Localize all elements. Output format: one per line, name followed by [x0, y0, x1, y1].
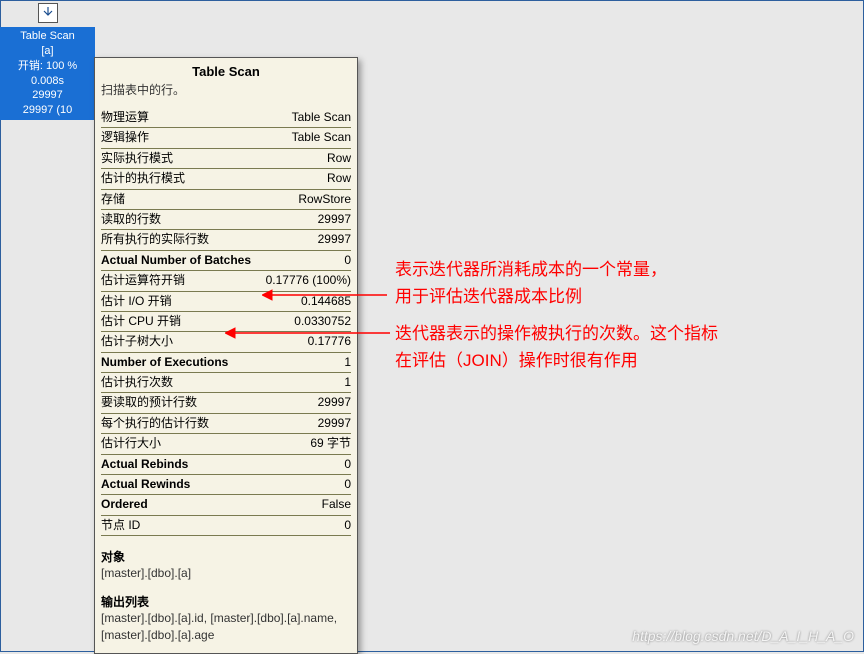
plan-node-alias: [a]: [0, 44, 95, 59]
annotation-1: 表示迭代器所消耗成本的一个常量， 用于评估迭代器成本比例: [395, 256, 667, 310]
property-value: Row: [260, 169, 351, 189]
property-key: 节点 ID: [101, 515, 260, 535]
property-row: 要读取的预计行数29997: [101, 393, 351, 413]
plan-node-title: Table Scan: [0, 29, 95, 44]
property-row: 估计执行次数1: [101, 373, 351, 393]
property-value: Row: [260, 148, 351, 168]
property-key: Actual Rebinds: [101, 454, 260, 474]
annotation-arrow-1: [262, 280, 392, 310]
output-label: 输出列表: [101, 593, 351, 610]
tooltip-title: Table Scan: [101, 64, 351, 79]
arrow-down-icon: [42, 6, 54, 21]
down-arrow-box: [38, 3, 58, 23]
plan-node-rows1: 29997: [0, 88, 95, 103]
property-key: Actual Rewinds: [101, 475, 260, 495]
plan-node-cost: 开销: 100 %: [0, 59, 95, 74]
property-value: 0: [260, 454, 351, 474]
tooltip-panel: Table Scan 扫描表中的行。 物理运算Table Scan逻辑操作Tab…: [94, 57, 358, 654]
property-row: 每个执行的估计行数29997: [101, 413, 351, 433]
property-value: False: [260, 495, 351, 515]
property-key: 实际执行模式: [101, 148, 260, 168]
annotation-arrow-2: [225, 318, 395, 348]
property-row: 所有执行的实际行数29997: [101, 230, 351, 250]
property-key: 每个执行的估计行数: [101, 413, 260, 433]
property-value: Table Scan: [260, 108, 351, 128]
annotation-1-line2: 用于评估迭代器成本比例: [395, 283, 667, 310]
property-row: 读取的行数29997: [101, 209, 351, 229]
property-row: 逻辑操作Table Scan: [101, 128, 351, 148]
property-row: Actual Rebinds0: [101, 454, 351, 474]
output-text: [master].[dbo].[a].id, [master].[dbo].[a…: [101, 610, 351, 642]
property-key: 所有执行的实际行数: [101, 230, 260, 250]
property-key: 估计行大小: [101, 434, 260, 454]
object-label: 对象: [101, 548, 351, 565]
property-row: Actual Rewinds0: [101, 475, 351, 495]
property-value: Table Scan: [260, 128, 351, 148]
plan-node-table-scan[interactable]: Table Scan [a] 开销: 100 % 0.008s 29997 29…: [0, 27, 95, 120]
property-value: 29997: [260, 413, 351, 433]
property-key: Ordered: [101, 495, 260, 515]
property-row: 存储RowStore: [101, 189, 351, 209]
property-key: Number of Executions: [101, 352, 260, 372]
property-row: 物理运算Table Scan: [101, 108, 351, 128]
property-row: Number of Executions1: [101, 352, 351, 372]
object-text: [master].[dbo].[a]: [101, 565, 351, 581]
property-value: 1: [260, 352, 351, 372]
property-value: RowStore: [260, 189, 351, 209]
property-key: 读取的行数: [101, 209, 260, 229]
property-value: 1: [260, 373, 351, 393]
property-key: 要读取的预计行数: [101, 393, 260, 413]
property-key: 存储: [101, 189, 260, 209]
property-value: 29997: [260, 393, 351, 413]
property-key: 估计运算符开销: [101, 271, 260, 291]
plan-node-time: 0.008s: [0, 74, 95, 89]
property-value: 0: [260, 250, 351, 270]
property-row: 估计的执行模式Row: [101, 169, 351, 189]
property-value: 29997: [260, 209, 351, 229]
watermark: https://blog.csdn.net/D_A_I_H_A_O: [632, 628, 854, 644]
property-value: 0: [260, 475, 351, 495]
property-row: 估计行大小69 字节: [101, 434, 351, 454]
property-value: 29997: [260, 230, 351, 250]
property-row: 节点 ID0: [101, 515, 351, 535]
property-key: 估计执行次数: [101, 373, 260, 393]
property-key: 估计的执行模式: [101, 169, 260, 189]
property-key: 估计 I/O 开销: [101, 291, 260, 311]
property-row: Actual Number of Batches0: [101, 250, 351, 270]
property-key: Actual Number of Batches: [101, 250, 260, 270]
property-key: 逻辑操作: [101, 128, 260, 148]
plan-node-rows2: 29997 (10: [0, 103, 95, 118]
annotation-2-line1: 迭代器表示的操作被执行的次数。这个指标: [395, 320, 718, 347]
property-value: 0: [260, 515, 351, 535]
annotation-2-line2: 在评估（JOIN）操作时很有作用: [395, 347, 718, 374]
property-key: 物理运算: [101, 108, 260, 128]
annotation-2: 迭代器表示的操作被执行的次数。这个指标 在评估（JOIN）操作时很有作用: [395, 320, 718, 374]
property-row: OrderedFalse: [101, 495, 351, 515]
property-value: 69 字节: [260, 434, 351, 454]
annotation-1-line1: 表示迭代器所消耗成本的一个常量，: [395, 256, 667, 283]
property-row: 实际执行模式Row: [101, 148, 351, 168]
tooltip-subtitle: 扫描表中的行。: [101, 81, 351, 98]
